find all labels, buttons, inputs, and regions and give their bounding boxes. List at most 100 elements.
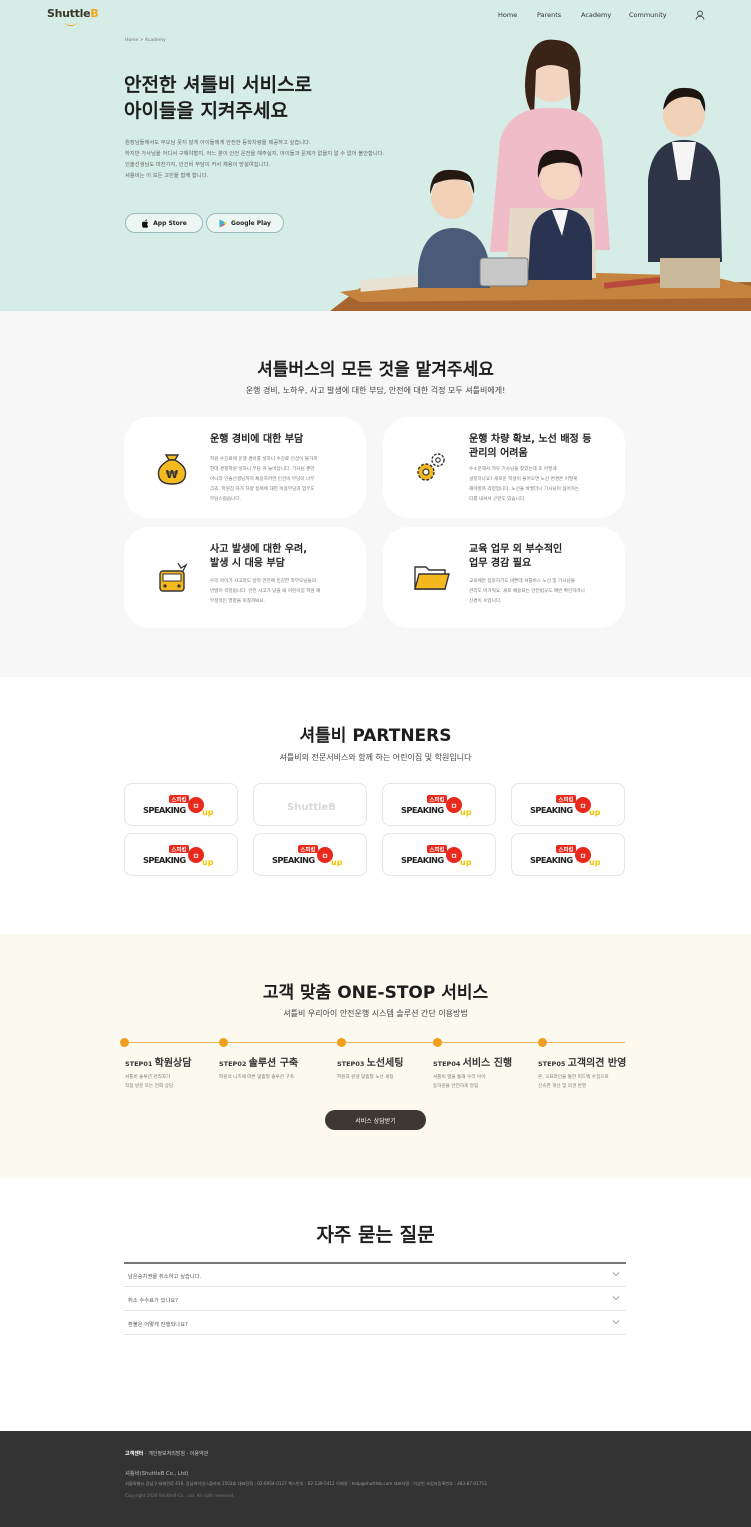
chevron-down-icon: [612, 1320, 620, 1325]
step-item: STEP02 솔루션 구축 학원의 니즈에 따른 맞춤형 솔루션 구축: [219, 1054, 298, 1082]
problem-card-desc: 수소문해서 겨우 기사님을 찾았는데 또 어떻게 설정하나요? 새로운 학생이 …: [469, 465, 604, 505]
brand-logo[interactable]: ShuttleB: [47, 7, 99, 26]
desc-line: 관리도 버거워요. 새로 채용되는 안전법규도 매번 확인하려니: [469, 589, 585, 594]
problem-card-title: 운행 차량 확보, 노선 배정 등 관리의 어려움: [469, 433, 619, 461]
up-text: up: [589, 808, 601, 817]
speaking-up-logo: 스피킹 ㅁ SPEAKING up: [401, 845, 472, 867]
title-line: 관리의 어려움: [469, 448, 528, 459]
hero-desc-line: 셔틀비는 이 모든 고민을 함께 합니다.: [125, 173, 209, 179]
hero-title-line1: 안전한 셔틀비 서비스로: [124, 74, 313, 96]
google-play-button[interactable]: Google Play: [206, 213, 284, 233]
speaking-text: SPEAKING: [401, 855, 444, 865]
footer-links: 고객센터 · 개인정보처리방침 · 이용약관: [125, 1451, 209, 1457]
partner-logo-card[interactable]: 스피킹 ㅁ SPEAKING up: [511, 783, 625, 826]
consultation-button[interactable]: 서비스 상담받기: [325, 1110, 426, 1130]
step-desc-line: 온, 오프라인을 통한 피드백 수집으로: [538, 1075, 609, 1080]
footer-link-support[interactable]: 고객센터: [125, 1451, 143, 1457]
onestop-subtitle: 셔틀비 우리아이 안전운행 시스템 솔루션 간단 이용방법: [283, 1009, 468, 1018]
step-desc-line: 셔틀비 솔루션 관리자가: [125, 1075, 171, 1080]
problem-card-desc: 학원 수강료에 운행 경비를 넣자니 수강료 인상이 불가피 한데 경쟁학원 넣…: [210, 455, 345, 505]
step-dot: [337, 1038, 346, 1047]
up-text: up: [202, 808, 214, 817]
step-item: STEP04 서비스 진행 셔틀비 앱을 통해 우리 아이등하원을 안전하게 알…: [433, 1054, 512, 1091]
speaking-text: SPEAKING: [401, 805, 444, 815]
partner-logo-card[interactable]: 스피킹 ㅁ SPEAKING up: [511, 833, 625, 876]
nav-item-academy[interactable]: Academy: [581, 11, 611, 19]
desc-line: 수소문해서 겨우 기사님을 찾았는데 또 어떻게: [469, 467, 557, 472]
logo-text: Shuttle: [47, 7, 91, 20]
logo-smile-mark: [65, 21, 77, 26]
svg-text:ㅁ: ㅁ: [451, 802, 457, 810]
svg-text:ㅁ: ㅁ: [580, 802, 586, 810]
up-text: up: [331, 858, 343, 867]
step-number: STEP04: [433, 1060, 461, 1068]
partner-logo-card[interactable]: 스피킹 ㅁ SPEAKING up: [382, 833, 496, 876]
step-number: STEP02: [219, 1060, 247, 1068]
hero-title: 안전한 셔틀비 서비스로 아이들을 지켜주세요: [124, 72, 312, 124]
speaking-badge-text: 스피킹: [171, 796, 186, 804]
faq-item[interactable]: 남은승차권을 취소하고 싶습니다.: [124, 1263, 626, 1287]
problem-card-desc: 우리 아이가 사고라도 날까 안전에 민감한 학부모님들의 빈발이 걱정됩니다.…: [210, 577, 345, 607]
problems-subtitle: 운행 경비, 노하우, 사고 발생에 대한 부담, 안전에 대한 걱정 모두 셔…: [245, 386, 506, 395]
up-text: up: [460, 808, 472, 817]
desc-line: 부담스럽습니다.: [210, 497, 242, 502]
faq-question: 남은승차권을 취소하고 싶습니다.: [128, 1274, 202, 1280]
money-bag-icon: ₩: [157, 454, 187, 485]
user-icon[interactable]: [695, 10, 705, 20]
desc-line: 부정적인 영향을 미칠까봐요.: [210, 599, 266, 604]
shuttleb-logo: ShuttleB: [287, 802, 336, 813]
problem-card-title: 사고 발생에 대한 우려, 발생 시 대응 부담: [210, 543, 360, 571]
hero-description: 원장님들께서도 부모님 못지 않게 아이들에게 안전한 등학차량을 제공하고 싶…: [125, 138, 455, 182]
problems-title: 셔틀버스의 모든 것을 맡겨주세요: [257, 360, 494, 380]
speaking-badge-text: 스피킹: [558, 846, 573, 854]
step-desc-line: 등하원을 안전하게 알림: [433, 1084, 479, 1089]
nav-item-community[interactable]: Community: [629, 11, 667, 19]
speaking-text: SPEAKING: [530, 805, 573, 815]
step-number: STEP05: [538, 1060, 566, 1068]
nav-item-parents[interactable]: Parents: [537, 11, 561, 19]
step-number: STEP01: [125, 1060, 153, 1068]
step-dot: [219, 1038, 228, 1047]
app-store-button[interactable]: App Store: [125, 213, 203, 233]
bus-alert-icon: [159, 562, 188, 592]
title-line: 발생 시 대응 부담: [210, 558, 285, 569]
step-dot: [433, 1038, 442, 1047]
partners-title: 셔틀비 PARTNERS: [299, 726, 452, 746]
footer-company: 셔틀비(ShuttleB Co., Ltd): [125, 1471, 189, 1477]
desc-line: 한데 경쟁학원 넣자니 부담 커 늘어납니다. 기사님 뿐만: [210, 467, 315, 472]
faq-item[interactable]: 취소 수수료가 있나요?: [124, 1287, 626, 1311]
step-item: STEP05 고객의견 반영 온, 오프라인을 통한 피드백 수집으로 신속한 개…: [538, 1054, 626, 1091]
partner-logo-card[interactable]: 스피킹 ㅁ SPEAKING up: [124, 783, 238, 826]
footer-copyright: Copyright 2020 ShuttleB Co., Ltd. All ri…: [125, 1493, 235, 1498]
desc-line: 설정하나요? 새로운 학생이 들어오면 노선 변경은 어떻게: [469, 477, 578, 482]
chevron-down-icon: [612, 1272, 620, 1277]
site-header: ShuttleB Home Parents Academy Community: [0, 0, 751, 30]
speaking-text: SPEAKING: [143, 855, 186, 865]
speaking-up-logo: 스피킹 ㅁ SPEAKING up: [401, 795, 472, 817]
nav-item-home[interactable]: Home: [498, 11, 517, 19]
breadcrumb: Home > Academy: [125, 38, 166, 43]
speaking-badge-text: 스피킹: [171, 846, 186, 854]
step-label: 서비스 진행: [462, 1058, 513, 1069]
problem-card: ₩ 운행 경비에 대한 부담 학원 수강료에 운행 경비를 넣자니 수강료 인상…: [124, 417, 366, 518]
problem-card-desc: 교육에만 집중하기도 바쁜데 셔틀버스 노선 및 기사님을 관리도 버거워요. …: [469, 577, 604, 607]
step-number: STEP03: [337, 1060, 365, 1068]
footer-link-terms[interactable]: 이용약관: [190, 1451, 208, 1457]
desc-line: 해야할까 걱정입니다. 노선을 바꿨더니 기사님이 싫어하는: [469, 487, 580, 492]
problems-section: 셔틀버스의 모든 것을 맡겨주세요 운행 경비, 노하우, 사고 발생에 대한 …: [0, 311, 751, 677]
partner-logo-card[interactable]: ShuttleB: [253, 783, 367, 826]
svg-text:ㅁ: ㅁ: [580, 852, 586, 860]
desc-line: 티를 내셔서 곤란도 있습니다.: [469, 497, 526, 502]
problem-card: 운행 차량 확보, 노선 배정 등 관리의 어려움 수소문해서 겨우 기사님을 …: [383, 417, 625, 518]
partner-logo-card[interactable]: 스피킹 ㅁ SPEAKING up: [253, 833, 367, 876]
title-line: 교육 업무 외 부수적인: [469, 544, 563, 555]
faq-item[interactable]: 환불은 어떻게 진행되나요?: [124, 1311, 626, 1335]
step-label: 학원상담: [154, 1058, 192, 1069]
footer-link-privacy[interactable]: 개인정보처리방침: [148, 1451, 185, 1457]
partner-logo-card[interactable]: 스피킹 ㅁ SPEAKING up: [124, 833, 238, 876]
partner-logo-card[interactable]: 스피킹 ㅁ SPEAKING up: [382, 783, 496, 826]
problem-card-title: 운행 경비에 대한 부담: [210, 434, 304, 445]
step-desc-line: 셔틀비 앱을 통해 우리 아이: [433, 1075, 486, 1080]
desc-line: 교육에만 집중하기도 바쁜데 셔틀버스 노선 및 기사님을: [469, 579, 575, 584]
svg-text:ㅁ: ㅁ: [193, 802, 199, 810]
